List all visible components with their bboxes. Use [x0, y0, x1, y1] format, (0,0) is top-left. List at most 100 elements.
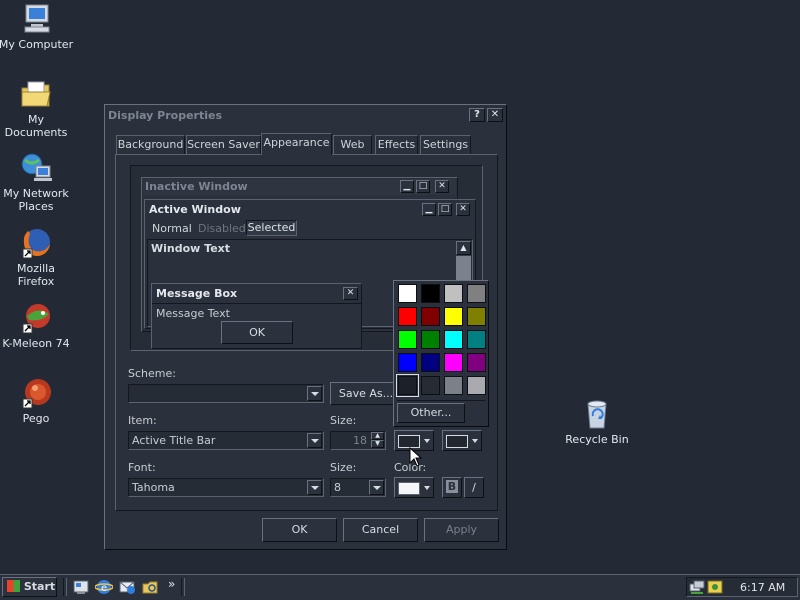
windows-explorer-icon[interactable]	[141, 578, 159, 596]
color-swatch[interactable]	[398, 307, 417, 326]
italic-label: /	[472, 481, 476, 494]
cancel-button[interactable]: Cancel	[343, 518, 418, 542]
color-swatch[interactable]	[421, 353, 440, 372]
tab-appearance[interactable]: Appearance	[261, 133, 332, 155]
desktop-icon-label: Pego	[22, 412, 50, 425]
internet-explorer-icon[interactable]: e	[94, 578, 114, 596]
preview-inactive-minimize: ▁	[400, 180, 414, 193]
color-swatch[interactable]	[398, 353, 417, 372]
pego-icon	[19, 377, 53, 409]
desktop-icon-label: Mozilla Firefox	[17, 262, 55, 288]
color-swatch[interactable]	[444, 307, 463, 326]
bold-button[interactable]: B	[442, 477, 462, 498]
color-swatch[interactable]	[421, 307, 440, 326]
color-swatch[interactable]	[467, 330, 486, 349]
preview-msgbox-ok: OK	[221, 321, 293, 344]
desktop-icon-label: My Documents	[4, 113, 68, 139]
preview-inactive-maximize: □	[416, 180, 430, 193]
recycle-bin-icon	[580, 398, 614, 430]
mouse-cursor-icon	[409, 446, 423, 470]
firefox-icon	[19, 227, 53, 259]
color-swatch[interactable]	[467, 353, 486, 372]
chevron-down-icon[interactable]	[307, 480, 322, 495]
color-swatch[interactable]	[421, 330, 440, 349]
color-swatch	[398, 482, 420, 495]
security-tray-icon[interactable]	[707, 579, 723, 598]
color-swatch[interactable]	[444, 284, 463, 303]
desktop-icon-my-computer[interactable]: My Computer	[0, 3, 74, 51]
color-swatch[interactable]	[398, 284, 417, 303]
color-swatch[interactable]	[467, 307, 486, 326]
color-swatch[interactable]	[444, 330, 463, 349]
tab-effects[interactable]: Effects	[375, 135, 418, 154]
color-swatch[interactable]	[444, 376, 463, 395]
desktop-icon-kmeleon[interactable]: K-Meleon 74	[0, 302, 74, 350]
font-value: Tahoma	[132, 481, 175, 494]
font-size-select[interactable]: 8	[330, 478, 386, 497]
color-swatch[interactable]	[398, 330, 417, 349]
tab-screen-saver[interactable]: Screen Saver	[186, 135, 261, 154]
start-label: Start	[23, 580, 56, 593]
chevron-up-icon: ▲	[375, 432, 380, 439]
ok-button[interactable]: OK	[262, 518, 337, 542]
desktop-icon-label: K-Meleon 74	[2, 337, 70, 350]
preview-active-title: Active Window	[149, 203, 241, 216]
help-icon: ?	[474, 109, 480, 120]
preview-msgbox-text: Message Text	[156, 307, 230, 320]
font-color-button[interactable]	[394, 477, 434, 498]
chevron-down-icon	[472, 439, 478, 443]
italic-button[interactable]: /	[464, 477, 484, 498]
help-button[interactable]: ?	[469, 108, 485, 122]
desktop-icon-recycle-bin[interactable]: Recycle Bin	[559, 398, 635, 446]
chevron-down-icon[interactable]	[307, 386, 322, 401]
save-as-button[interactable]: Save As...	[330, 382, 402, 405]
preview-scroll-thumb	[456, 256, 471, 280]
chevron-down-icon[interactable]	[307, 433, 322, 448]
taskbar-clock[interactable]: 6:17 AM	[740, 581, 785, 594]
color-swatch[interactable]	[421, 284, 440, 303]
item-size-value: 18	[353, 434, 367, 447]
taskbar-separator	[181, 578, 185, 596]
chevron-up-icon: ▲	[460, 243, 467, 252]
start-button[interactable]: Start	[2, 577, 57, 597]
color-swatch[interactable]	[421, 376, 440, 395]
color-swatch[interactable]	[467, 376, 486, 395]
preview-active-maximize: □	[438, 203, 452, 216]
color-popup-divider	[397, 400, 485, 401]
tab-background[interactable]: Background	[116, 135, 185, 154]
outlook-express-icon[interactable]	[118, 578, 136, 596]
preview-active-minimize: ▁	[422, 203, 436, 216]
svg-text:e: e	[101, 583, 107, 594]
desktop-icon-my-documents[interactable]: My Documents	[0, 78, 74, 139]
network-icon	[19, 152, 53, 184]
color-swatch[interactable]	[444, 353, 463, 372]
tab-settings[interactable]: Settings	[420, 135, 471, 154]
color-swatch[interactable]	[396, 374, 419, 397]
tab-web[interactable]: Web	[333, 135, 372, 154]
quick-launch-more-icon[interactable]: »	[168, 577, 175, 591]
show-desktop-icon[interactable]	[72, 578, 90, 596]
network-tray-icon[interactable]	[689, 579, 705, 598]
close-icon: ✕	[459, 204, 467, 214]
font-select[interactable]: Tahoma	[128, 478, 324, 497]
dialog-title: Display Properties	[108, 109, 223, 122]
desktop-icon-pego[interactable]: Pego	[0, 377, 74, 425]
item-color2-button[interactable]	[442, 430, 482, 451]
close-icon: ✕	[490, 109, 500, 120]
color-swatch[interactable]	[467, 284, 486, 303]
item-select[interactable]: Active Title Bar	[128, 431, 324, 450]
chevron-down-icon: ▼	[375, 440, 380, 447]
chevron-down-icon[interactable]	[369, 480, 384, 495]
scheme-select[interactable]	[128, 384, 324, 403]
item-size-up[interactable]: ▲	[371, 432, 384, 440]
close-button[interactable]: ✕	[487, 108, 503, 122]
apply-button[interactable]: Apply	[424, 518, 499, 542]
preview-inactive-title: Inactive Window	[145, 180, 248, 193]
desktop-icon-label: My Network Places	[3, 187, 69, 213]
minimize-icon: ▁	[425, 204, 433, 214]
preview-menu-selected: Selected	[246, 220, 297, 236]
desktop-icon-firefox[interactable]: Mozilla Firefox	[0, 227, 74, 288]
item-size-down[interactable]: ▼	[371, 440, 384, 448]
other-color-button[interactable]: Other...	[397, 403, 465, 423]
desktop-icon-network-places[interactable]: My Network Places	[0, 152, 74, 213]
